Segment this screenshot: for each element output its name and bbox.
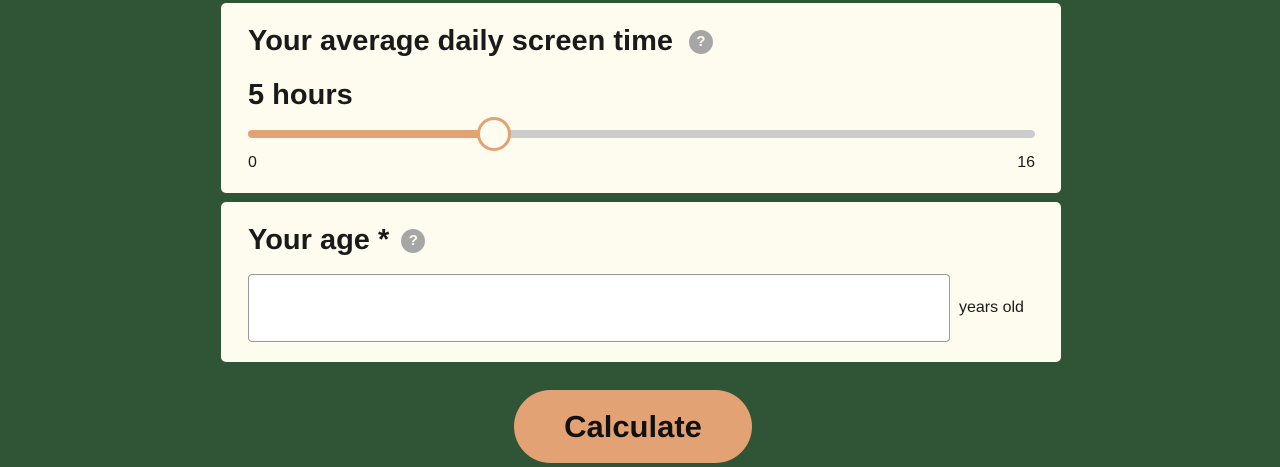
slider-thumb[interactable] [476, 117, 511, 151]
screen-time-value: 5 hours [248, 79, 353, 111]
screen-time-question: Your average daily screen time ? [248, 25, 714, 58]
screen-time-card: Your average daily screen time ? 5 hours… [221, 3, 1061, 193]
slider-fill [248, 130, 494, 138]
age-help-icon[interactable]: ? [401, 228, 426, 253]
age-question-label: Your age * [248, 224, 390, 256]
age-question: Your age * ? [248, 224, 426, 257]
slider-min-label: 0 [248, 154, 257, 171]
screen-time-question-label: Your average daily screen time [248, 25, 674, 57]
calculate-button[interactable]: Calculate [514, 390, 752, 463]
age-card: Your age * ? years old [221, 202, 1061, 362]
slider-max-label: 16 [1017, 154, 1035, 171]
screen-time-help-icon[interactable]: ? [689, 29, 714, 54]
age-unit-label: years old [959, 299, 1024, 316]
age-input[interactable] [248, 274, 950, 342]
screen-time-slider[interactable] [248, 115, 1035, 153]
